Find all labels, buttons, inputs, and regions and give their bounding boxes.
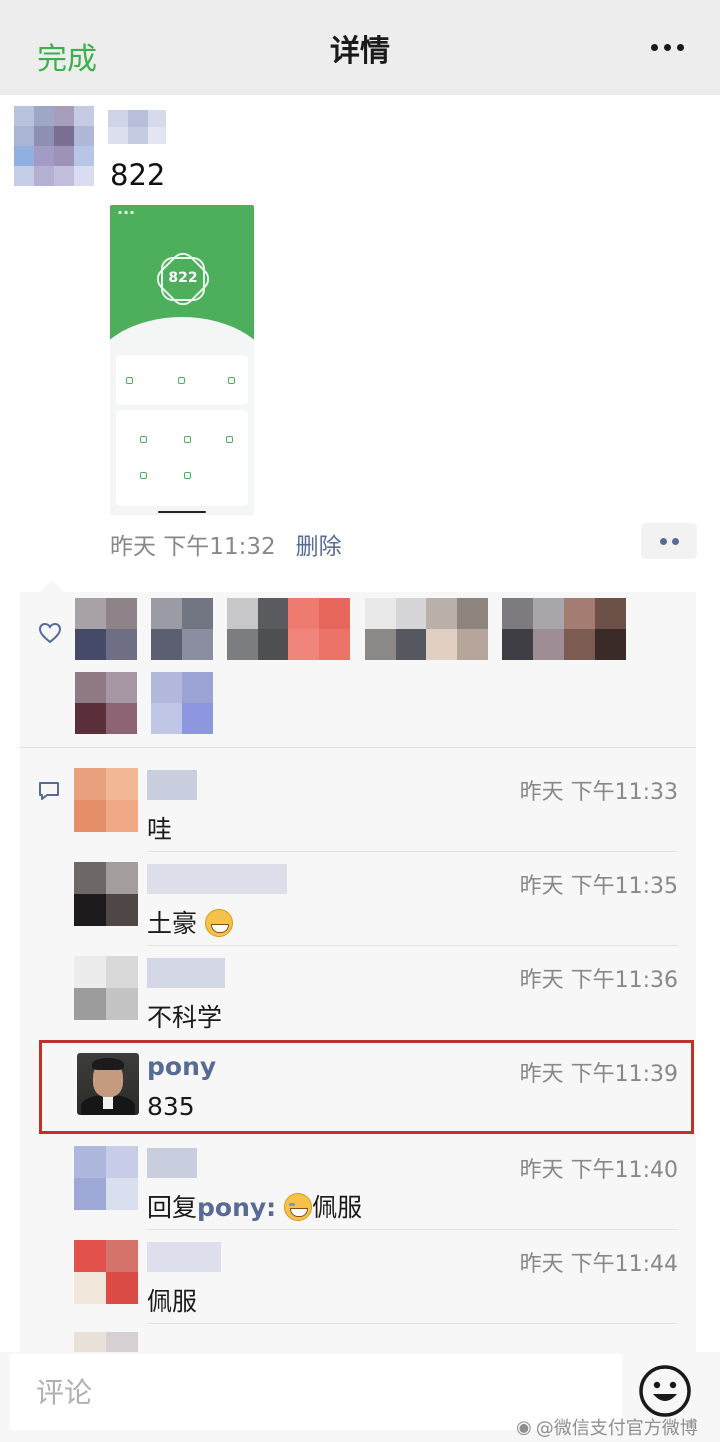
more-actions-button[interactable]	[641, 523, 697, 559]
commenter-name-blurred[interactable]	[147, 864, 287, 894]
comment-item[interactable]: 昨天 下午11:33 哇	[20, 758, 696, 852]
panel-pointer	[40, 580, 64, 592]
commenter-avatar[interactable]	[74, 956, 138, 1020]
reply-to-name[interactable]: pony:	[197, 1193, 276, 1222]
commenter-name-blurred[interactable]	[147, 1242, 221, 1272]
thumbnail-card-services	[116, 410, 248, 506]
highlight-box	[39, 1040, 694, 1134]
like-avatar[interactable]	[288, 598, 350, 660]
thumbnail-home-indicator	[158, 511, 206, 513]
post-text: 822	[110, 158, 166, 192]
reply-prefix: 回复	[147, 1193, 198, 1222]
commenter-name-blurred[interactable]	[147, 958, 225, 988]
comment-item[interactable]: 昨天 下午11:35 土豪	[20, 852, 696, 946]
thumbnail-card-records	[116, 355, 248, 405]
smiley-icon[interactable]	[638, 1364, 692, 1418]
like-avatar[interactable]	[365, 598, 427, 660]
like-avatar[interactable]	[227, 598, 289, 660]
commenter-avatar-partial[interactable]	[74, 1332, 138, 1352]
like-avatar[interactable]	[564, 598, 626, 660]
comment-text: 回复pony: 佩服	[147, 1188, 362, 1224]
comment-item[interactable]: 昨天 下午11:40 回复pony: 佩服	[20, 1136, 696, 1230]
watermark-text: @微信支付官方微博	[535, 1418, 698, 1439]
likes-divider	[20, 747, 696, 748]
heart-icon	[38, 622, 62, 644]
poster-avatar[interactable]	[14, 106, 94, 186]
like-avatar[interactable]	[426, 598, 488, 660]
commenter-avatar[interactable]	[74, 1240, 138, 1304]
more-dots-icon[interactable]	[651, 44, 684, 51]
delete-link[interactable]: 删除	[296, 527, 342, 561]
commenter-avatar[interactable]	[74, 862, 138, 926]
page-title: 详情	[330, 33, 390, 69]
comment-time: 昨天 下午11:33	[519, 780, 678, 805]
dot-icon	[671, 537, 679, 545]
commenter-avatar[interactable]	[74, 1146, 138, 1210]
like-avatar[interactable]	[75, 598, 137, 660]
comment-time: 昨天 下午11:36	[519, 968, 678, 993]
thumbnail-status-bar: ▪ ▪ ▪	[118, 209, 135, 216]
comment-time: 昨天 下午11:40	[519, 1158, 678, 1183]
weibo-icon: ◉	[516, 1416, 532, 1438]
comment-item[interactable]: 昨天 下午11:44 佩服	[20, 1230, 696, 1324]
like-avatar[interactable]	[151, 598, 213, 660]
commenter-name-blurred[interactable]	[147, 770, 197, 800]
comment-text: 土豪	[147, 904, 233, 940]
done-button[interactable]: 完成	[37, 34, 97, 78]
post-meta: 昨天 下午11:32 删除	[110, 527, 342, 561]
weibo-watermark: ◉ @微信支付官方微博	[516, 1414, 698, 1440]
thumbnail-score: 822	[168, 270, 198, 286]
comment-time: 昨天 下午11:44	[519, 1252, 678, 1277]
like-avatar[interactable]	[502, 598, 564, 660]
poster-name-blurred[interactable]	[108, 110, 166, 144]
comment-item[interactable]: 昨天 下午11:36 不科学	[20, 946, 696, 1040]
laugh-cry-emoji-icon	[284, 1193, 313, 1221]
post-image-thumbnail[interactable]: ▪ ▪ ▪ 822	[110, 205, 254, 515]
comment-text: 不科学	[147, 1003, 223, 1032]
comment-time: 昨天 下午11:35	[519, 874, 678, 899]
comment-text: 佩服	[147, 1287, 198, 1316]
comment-text-content: 土豪	[147, 909, 198, 938]
dot-icon	[659, 537, 667, 545]
like-avatar[interactable]	[75, 672, 137, 734]
top-nav-bar: 完成 详情	[0, 0, 720, 95]
like-avatar[interactable]	[151, 672, 213, 734]
commenter-avatar[interactable]	[74, 768, 138, 832]
grin-emoji-icon	[204, 909, 233, 937]
comment-text: 哇	[147, 815, 173, 844]
post-time: 昨天 下午11:32	[110, 534, 276, 560]
comment-text-content: 佩服	[312, 1193, 363, 1222]
commenter-name-blurred[interactable]	[147, 1148, 197, 1178]
comment-divider	[148, 1323, 678, 1324]
